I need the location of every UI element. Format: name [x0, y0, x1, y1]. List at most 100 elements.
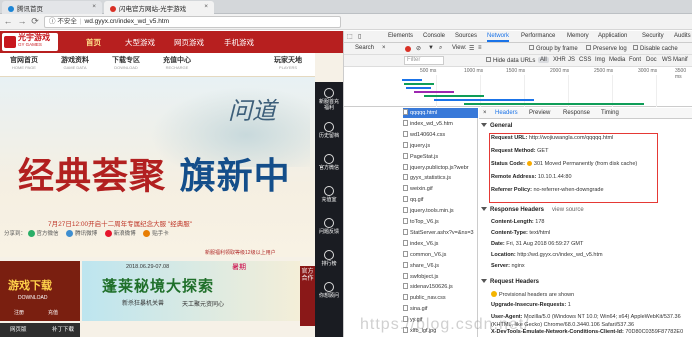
filter-input[interactable]: Filter: [404, 56, 444, 65]
record-icon[interactable]: [405, 46, 411, 52]
tab-timing[interactable]: Timing: [601, 110, 619, 116]
rail-recharge[interactable]: 充值室: [317, 186, 341, 203]
group-by-frame-checkbox[interactable]: Group by frame: [529, 45, 578, 52]
view-source-link[interactable]: view source: [552, 207, 584, 213]
request-row[interactable]: weixin.gif: [403, 184, 478, 194]
forward-button[interactable]: →: [17, 16, 27, 27]
tab-preview[interactable]: Preview: [529, 110, 550, 116]
tab-sources[interactable]: Sources: [455, 33, 477, 39]
nav-web-games[interactable]: 网页游戏: [174, 37, 204, 48]
browser-tab-tencent[interactable]: 腾讯首页 ×: [2, 1, 102, 14]
search-icon[interactable]: ⌕: [439, 45, 442, 52]
rail-ranking[interactable]: 排行榜: [317, 250, 341, 267]
rail-advisor[interactable]: 你想顾问: [317, 282, 341, 299]
request-row[interactable]: jquery.tools.min.js: [403, 206, 478, 216]
subnav-gamedata[interactable]: 游戏资料 GAME DATA: [55, 56, 95, 71]
preserve-log-checkbox[interactable]: Preserve log: [586, 45, 627, 52]
close-tab-icon[interactable]: ×: [204, 3, 208, 10]
request-row[interactable]: index_wd_v5.htm: [403, 119, 478, 129]
share-tieba[interactable]: 贴手卡: [143, 229, 169, 237]
general-section-toggle[interactable]: General: [481, 123, 512, 129]
type-filter-js[interactable]: JS: [568, 57, 575, 63]
subnav-en: GAME DATA: [63, 65, 87, 70]
request-row[interactable]: jquery.publictop.js?webr: [403, 163, 478, 173]
type-filter-all[interactable]: All: [538, 57, 549, 63]
nav-large-games[interactable]: 大型游戏: [125, 37, 155, 48]
tab-headers[interactable]: Headers: [495, 110, 518, 116]
recharge-button[interactable]: 充值: [48, 309, 58, 316]
url-input[interactable]: ⓘ 不安全 | wd.gyyx.cn/index_wd_v5.htm: [44, 16, 341, 28]
request-row[interactable]: wd140604.css: [403, 130, 478, 140]
rail-history[interactable]: 历史留档: [317, 122, 341, 139]
back-button[interactable]: ←: [3, 16, 13, 27]
request-row[interactable]: share_V6.js: [403, 261, 478, 271]
disable-cache-checkbox[interactable]: Disable cache: [633, 45, 678, 52]
rail-wechat[interactable]: 官方微信: [317, 154, 341, 171]
request-row[interactable]: StatServer.ashx?v=&ns=3: [403, 228, 478, 238]
request-headers-toggle[interactable]: Request Headers: [481, 279, 539, 285]
nav-mobile-games[interactable]: 手机游戏: [224, 37, 254, 48]
subnav-download[interactable]: 下载专区 DOWNLOAD: [106, 56, 146, 71]
request-row[interactable]: common_V6.js: [403, 250, 478, 260]
request-row[interactable]: qq.gif: [403, 195, 478, 205]
request-row[interactable]: sina.gif: [403, 304, 478, 314]
browser-tab-wd[interactable]: 闪电官方网站-光宇游戏 ×: [104, 1, 214, 14]
reload-button[interactable]: ⟳: [30, 16, 40, 27]
info-icon[interactable]: ⓘ: [49, 18, 56, 25]
request-row[interactable]: gyyx_statistics.js: [403, 173, 478, 183]
download-box[interactable]: 游戏下载 DOWNLOAD 注册 充值: [0, 261, 80, 321]
request-row[interactable]: PageStat.js: [403, 152, 478, 162]
list-view-icon[interactable]: ☰: [469, 45, 474, 52]
nav-home[interactable]: 首页: [86, 37, 101, 48]
patch-download-link[interactable]: 补丁下载: [52, 325, 74, 333]
request-row[interactable]: swfobject.js: [403, 272, 478, 282]
request-row[interactable]: qqqqq.html: [403, 108, 478, 118]
register-button[interactable]: 注册: [14, 309, 24, 316]
clear-icon[interactable]: ⊘: [416, 45, 421, 52]
type-filter-css[interactable]: CSS: [579, 57, 591, 63]
site-logo[interactable]: 光宇游戏 GY GAMES: [2, 33, 58, 51]
subnav-players[interactable]: 玩家天地 PLAYERS: [268, 56, 308, 71]
share-tencent-weibo[interactable]: 腾讯微博: [66, 229, 97, 237]
type-filter-manifest[interactable]: Manif: [673, 57, 688, 63]
tab-memory[interactable]: Memory: [567, 33, 589, 39]
tab-performance[interactable]: Performance: [521, 33, 555, 39]
type-filter-doc[interactable]: Doc: [646, 57, 657, 63]
tab-console[interactable]: Console: [423, 33, 445, 39]
request-row[interactable]: sidenav150626.js: [403, 282, 478, 292]
response-headers-toggle[interactable]: Response Headers view source: [481, 207, 584, 213]
subnav-home[interactable]: 官网首页 HOME PAGE: [4, 56, 44, 71]
timeline-overview[interactable]: 500 ms 1000 ms 1500 ms 2000 ms 2500 ms 3…: [344, 67, 692, 107]
share-wechat[interactable]: 官方微信: [27, 229, 59, 237]
request-row[interactable]: index_V6.js: [403, 239, 478, 249]
type-filter-font[interactable]: Font: [629, 57, 641, 63]
tab-audits[interactable]: Audits: [674, 33, 691, 39]
type-filter-media[interactable]: Media: [609, 57, 625, 63]
type-filter-ws[interactable]: WS: [662, 57, 672, 63]
request-row[interactable]: public_nav.css: [403, 293, 478, 303]
close-tab-icon[interactable]: ×: [92, 3, 96, 10]
tab-response[interactable]: Response: [563, 110, 590, 116]
close-detail-icon[interactable]: ×: [483, 110, 487, 116]
promo-column[interactable]: 官方合作: [300, 266, 315, 326]
web-version-link[interactable]: 网页版: [10, 325, 27, 333]
request-row[interactable]: toTop_V6.js: [403, 217, 478, 227]
tab-security[interactable]: Security: [642, 33, 664, 39]
device-icon[interactable]: ▯: [358, 33, 361, 40]
type-filter-img[interactable]: Img: [595, 57, 605, 63]
subnav-recharge[interactable]: 充值中心 RECHARGE: [157, 56, 197, 71]
hide-data-urls-checkbox[interactable]: Hide data URLs: [486, 57, 535, 64]
tab-network[interactable]: Network: [487, 33, 510, 42]
inspect-icon[interactable]: ⬚: [347, 33, 353, 40]
tab-elements[interactable]: Elements: [388, 33, 413, 39]
rail-new-server[interactable]: 新服首充福利: [317, 88, 341, 111]
close-search-icon[interactable]: ×: [382, 45, 386, 51]
waterfall-view-icon[interactable]: ≡: [478, 45, 482, 51]
summer-event-banner[interactable]: 2018.06.29-07.08 暑期 蓬莱秘境大探索 新杀狂暴机关兽 天工聚元…: [82, 261, 300, 321]
type-filter-xhr[interactable]: XHR: [553, 57, 566, 63]
tab-application[interactable]: Application: [598, 33, 627, 39]
filter-icon[interactable]: ▼: [428, 45, 434, 51]
share-sina-weibo[interactable]: 新浪微博: [104, 229, 136, 237]
request-row[interactable]: jquery.js: [403, 141, 478, 151]
rail-feedback[interactable]: 问题反馈: [317, 218, 341, 235]
